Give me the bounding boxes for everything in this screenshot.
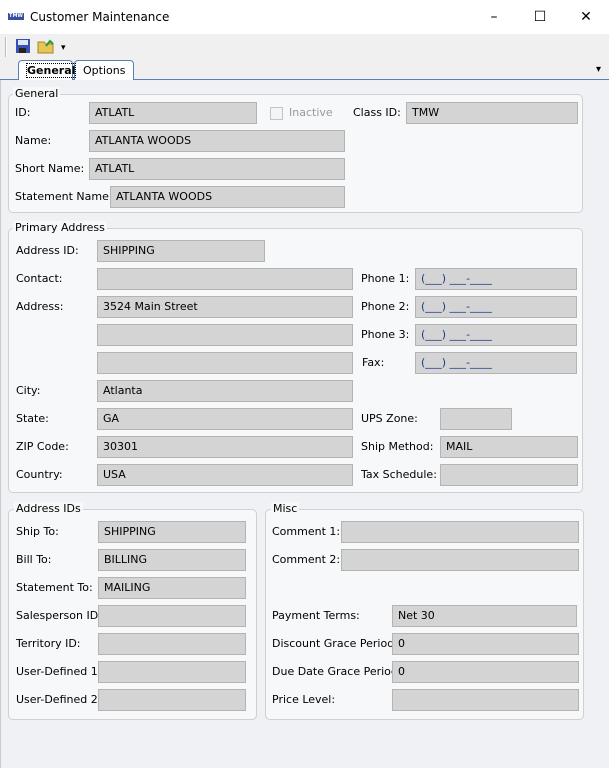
comment1-field[interactable] — [341, 521, 579, 543]
statement-to-field[interactable]: MAILING — [98, 577, 246, 599]
tab-overflow-icon[interactable]: ▾ — [596, 64, 601, 75]
territory-id-field[interactable] — [98, 633, 246, 655]
zip-field[interactable]: 30301 — [97, 436, 353, 458]
save-icon[interactable] — [15, 38, 31, 54]
comment1-label: Comment 1: — [272, 525, 341, 538]
user-defined-1-label: User-Defined 1: — [16, 665, 102, 678]
id-field[interactable]: ATLATL — [89, 102, 257, 124]
city-label: City: — [16, 384, 41, 397]
fax-label: Fax: — [362, 356, 385, 369]
folder-open-icon[interactable] — [37, 38, 55, 54]
app-logo: TMW — [8, 13, 24, 20]
phone3-field[interactable]: (___) ___-____ — [415, 324, 577, 346]
address-label: Address: — [16, 300, 64, 313]
address-line2-field[interactable] — [97, 324, 353, 346]
statement-to-label: Statement To: — [16, 581, 93, 594]
name-label: Name: — [15, 134, 52, 147]
discount-grace-label: Discount Grace Period: — [272, 637, 398, 650]
title-bar: TMW Customer Maintenance – ☐ ✕ — [0, 0, 609, 34]
short-name-label: Short Name: — [15, 162, 85, 175]
discount-grace-field[interactable]: 0 — [392, 633, 579, 655]
inactive-checkbox[interactable] — [270, 107, 283, 120]
due-date-grace-field[interactable]: 0 — [392, 661, 579, 683]
address-id-field[interactable]: SHIPPING — [97, 240, 265, 262]
address-line1-field[interactable]: 3524 Main Street — [97, 296, 353, 318]
minimize-button[interactable]: – — [471, 0, 517, 34]
country-field[interactable]: USA — [97, 464, 353, 486]
phone2-label: Phone 2: — [361, 300, 410, 313]
bill-to-label: Bill To: — [16, 553, 52, 566]
inactive-label: Inactive — [289, 106, 333, 119]
city-field[interactable]: Atlanta — [97, 380, 353, 402]
toolbar-dropdown-icon[interactable]: ▾ — [61, 43, 66, 53]
zip-label: ZIP Code: — [16, 440, 69, 453]
state-field[interactable]: GA — [97, 408, 353, 430]
id-label: ID: — [15, 106, 31, 119]
misc-title: Misc — [271, 502, 300, 515]
ship-to-field[interactable]: SHIPPING — [98, 521, 246, 543]
tab-general[interactable]: General — [18, 60, 77, 80]
address-line3-field[interactable] — [97, 352, 353, 374]
due-date-grace-label: Due Date Grace Period: — [272, 665, 402, 678]
comment2-field[interactable] — [341, 549, 579, 571]
payment-terms-label: Payment Terms: — [272, 609, 360, 622]
phone1-field[interactable]: (___) ___-____ — [415, 268, 577, 290]
salesperson-id-label: Salesperson ID: — [16, 609, 102, 622]
close-button[interactable]: ✕ — [563, 0, 609, 34]
price-level-label: Price Level: — [272, 693, 336, 706]
territory-id-label: Territory ID: — [16, 637, 81, 650]
address-id-label: Address ID: — [16, 244, 79, 257]
phone3-label: Phone 3: — [361, 328, 410, 341]
statement-name-field[interactable]: ATLANTA WOODS — [110, 186, 345, 208]
statement-name-label: Statement Name: — [15, 190, 113, 203]
phone2-field[interactable]: (___) ___-____ — [415, 296, 577, 318]
short-name-field[interactable]: ATLATL — [89, 158, 345, 180]
address-ids-title: Address IDs — [14, 502, 83, 515]
toolbar: ▾ — [0, 34, 609, 59]
contact-field[interactable] — [97, 268, 353, 290]
ship-to-label: Ship To: — [16, 525, 59, 538]
ship-method-label: Ship Method: — [361, 440, 434, 453]
country-label: Country: — [16, 468, 63, 481]
tab-options[interactable]: Options — [74, 60, 134, 80]
maximize-button[interactable]: ☐ — [517, 0, 563, 34]
fax-field[interactable]: (___) ___-____ — [415, 352, 577, 374]
user-defined-1-field[interactable] — [98, 661, 246, 683]
state-label: State: — [16, 412, 49, 425]
salesperson-id-field[interactable] — [98, 605, 246, 627]
window-title: Customer Maintenance — [30, 10, 170, 24]
class-id-label: Class ID: — [353, 106, 401, 119]
user-defined-2-field[interactable] — [98, 689, 246, 711]
contact-label: Contact: — [16, 272, 63, 285]
comment2-label: Comment 2: — [272, 553, 341, 566]
general-group-title: General — [13, 87, 61, 100]
class-id-field[interactable]: TMW — [406, 102, 578, 124]
price-level-field[interactable] — [392, 689, 579, 711]
primary-address-title: Primary Address — [13, 221, 107, 234]
tax-schedule-field[interactable] — [440, 464, 578, 486]
name-field[interactable]: ATLANTA WOODS — [89, 130, 345, 152]
user-defined-2-label: User-Defined 2: — [16, 693, 102, 706]
bill-to-field[interactable]: BILLING — [98, 549, 246, 571]
ups-zone-field[interactable] — [440, 408, 512, 430]
payment-terms-field[interactable]: Net 30 — [392, 605, 577, 627]
phone1-label: Phone 1: — [361, 272, 410, 285]
ups-zone-label: UPS Zone: — [361, 412, 418, 425]
tax-schedule-label: Tax Schedule: — [361, 468, 437, 481]
ship-method-field[interactable]: MAIL — [440, 436, 578, 458]
